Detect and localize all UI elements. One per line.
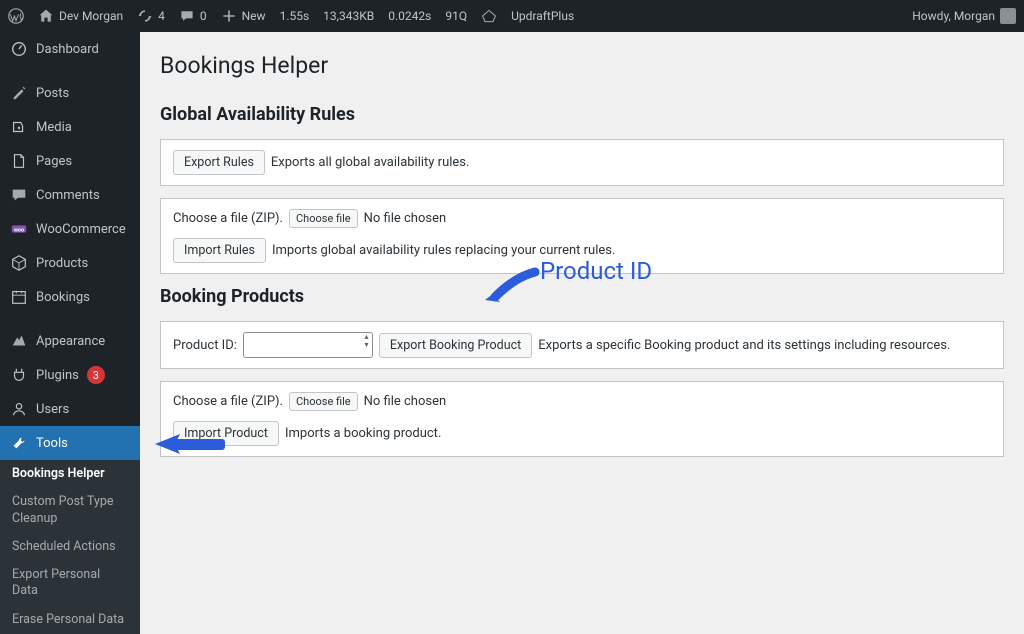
new-content[interactable]: New <box>221 8 266 24</box>
sidebar-item-tools[interactable]: Tools <box>0 426 140 460</box>
submenu-export-personal[interactable]: Export Personal Data <box>0 561 140 606</box>
tools-submenu: Bookings Helper Custom Post Type Cleanup… <box>0 460 140 634</box>
perf-queries: 91Q <box>445 9 467 23</box>
plugins-badge: 3 <box>87 366 105 384</box>
sidebar-item-dashboard[interactable]: Dashboard <box>0 32 140 66</box>
number-stepper[interactable]: ▲▼ <box>363 334 370 349</box>
sidebar-item-woocommerce[interactable]: wooWooCommerce <box>0 212 140 246</box>
no-file-chosen-product: No file chosen <box>364 394 447 409</box>
export-product-button[interactable]: Export Booking Product <box>379 333 532 358</box>
export-rules-desc: Exports all global availability rules. <box>271 155 470 170</box>
export-product-panel: Product ID: ▲▼ Export Booking Product Ex… <box>160 321 1004 369</box>
wp-logo[interactable] <box>8 8 24 24</box>
main-content: Bookings Helper Global Availability Rule… <box>140 32 1024 634</box>
choose-file-label-2: Choose a file (ZIP). <box>173 394 283 409</box>
sidebar-item-products[interactable]: Products <box>0 246 140 280</box>
svg-text:woo: woo <box>14 227 24 233</box>
sidebar-item-appearance[interactable]: Appearance <box>0 324 140 358</box>
updraftplus[interactable]: UpdraftPlus <box>511 9 574 23</box>
avatar <box>1000 8 1016 24</box>
sidebar-item-posts[interactable]: Posts <box>0 76 140 110</box>
sidebar-item-comments[interactable]: Comments <box>0 178 140 212</box>
submenu-cpt-cleanup[interactable]: Custom Post Type Cleanup <box>0 488 140 533</box>
import-rules-button[interactable]: Import Rules <box>173 238 266 263</box>
admin-sidebar: Dashboard Posts Media Pages Comments woo… <box>0 32 140 634</box>
choose-file-label: Choose a file (ZIP). <box>173 211 283 226</box>
site-name[interactable]: Dev Morgan <box>38 8 123 24</box>
annotation-arrow-1 <box>480 267 540 311</box>
sidebar-item-pages[interactable]: Pages <box>0 144 140 178</box>
perf-time: 1.55s <box>280 9 310 23</box>
product-id-label: Product ID: <box>173 338 237 353</box>
section-global-rules: Global Availability Rules <box>160 104 1004 125</box>
export-rules-button[interactable]: Export Rules <box>173 150 265 175</box>
perf-overhead: 0.0242s <box>388 9 431 23</box>
updraft-icon[interactable] <box>481 8 497 24</box>
admin-bar: Dev Morgan 4 0 New 1.55s 13,343KB 0.0242… <box>0 0 1024 32</box>
sidebar-item-plugins[interactable]: Plugins3 <box>0 358 140 392</box>
choose-file-button-product[interactable]: Choose file <box>289 392 358 411</box>
howdy-user[interactable]: Howdy, Morgan <box>912 8 1016 24</box>
sidebar-item-bookings[interactable]: Bookings <box>0 280 140 314</box>
import-rules-desc: Imports global availability rules replac… <box>272 243 615 258</box>
perf-size: 13,343KB <box>323 9 374 23</box>
section-booking-products: Booking Products <box>160 286 1004 307</box>
import-product-panel: Choose a file (ZIP). Choose file No file… <box>160 381 1004 457</box>
comments-count[interactable]: 0 <box>179 8 207 24</box>
no-file-chosen-rules: No file chosen <box>364 211 447 226</box>
choose-file-button-rules[interactable]: Choose file <box>289 209 358 228</box>
import-product-desc: Imports a booking product. <box>285 426 441 441</box>
page-title: Bookings Helper <box>160 52 1004 79</box>
updates[interactable]: 4 <box>137 8 165 24</box>
sidebar-item-users[interactable]: Users <box>0 392 140 426</box>
export-product-desc: Exports a specific Booking product and i… <box>538 338 950 353</box>
submenu-erase-personal[interactable]: Erase Personal Data <box>0 606 140 634</box>
annotation-arrow-2 <box>155 427 230 466</box>
submenu-scheduled-actions[interactable]: Scheduled Actions <box>0 533 140 561</box>
export-rules-panel: Export Rules Exports all global availabi… <box>160 139 1004 186</box>
submenu-bookings-helper[interactable]: Bookings Helper <box>0 460 140 488</box>
annotation-product-id: Product ID <box>540 257 652 285</box>
sidebar-item-media[interactable]: Media <box>0 110 140 144</box>
product-id-input[interactable] <box>243 332 373 358</box>
